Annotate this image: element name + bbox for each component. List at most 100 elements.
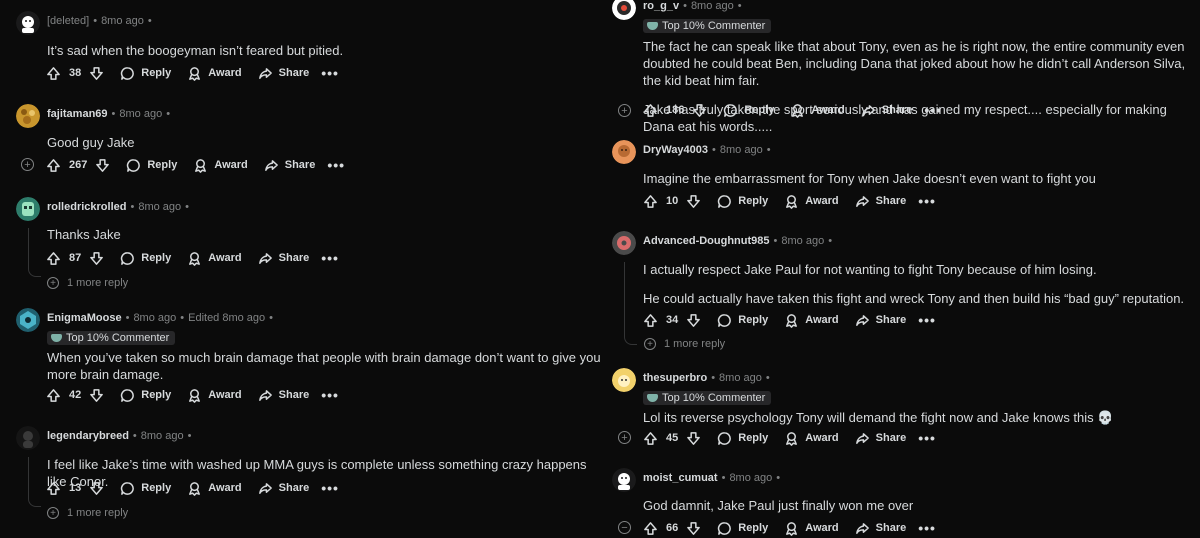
award-button[interactable]: Award (187, 251, 242, 266)
share-button[interactable]: Share (855, 194, 906, 209)
share-button[interactable]: Share (258, 388, 309, 403)
downvote-icon[interactable] (89, 481, 104, 496)
thread-curve (624, 334, 637, 345)
reply-button[interactable]: Reply (120, 481, 171, 496)
award-icon (784, 431, 799, 446)
share-button[interactable]: Share (258, 251, 309, 266)
downvote-icon[interactable] (89, 66, 104, 81)
upvote-icon[interactable] (46, 66, 61, 81)
share-button[interactable]: Share (855, 313, 906, 328)
doughnut-avatar[interactable] (612, 231, 636, 255)
more-options-button[interactable]: ••• (321, 250, 339, 266)
reply-button[interactable]: Reply (717, 521, 768, 536)
share-icon (861, 103, 876, 118)
downvote-icon[interactable] (95, 158, 110, 173)
award-button[interactable]: Award (790, 103, 845, 118)
more-options-button[interactable]: ••• (327, 157, 345, 173)
upvote-icon[interactable] (643, 313, 658, 328)
username: legendarybreed (47, 430, 129, 442)
comment: thesuperbro • 8mo ago • Top 10% Commenter L… (612, 368, 1200, 426)
teal-avatar[interactable] (16, 308, 40, 332)
more-options-button[interactable]: ••• (918, 520, 936, 536)
reply-button[interactable]: Reply (120, 251, 171, 266)
timestamp: 8mo ago (729, 472, 773, 484)
reply-button[interactable]: Reply (717, 194, 768, 209)
share-button[interactable]: Share (258, 66, 309, 81)
comment: fajitaman69 • 8mo ago • Good guy Jake (16, 104, 596, 151)
reply-button[interactable]: Reply (723, 103, 774, 118)
comment: [deleted] • 8mo ago • It’s sad when the boo… (16, 11, 596, 59)
upvote-icon[interactable] (643, 103, 658, 118)
collapse-thread-icon[interactable]: − (618, 521, 631, 534)
timestamp: 8mo ago (690, 0, 734, 12)
award-button[interactable]: Award (187, 66, 242, 81)
downvote-icon[interactable] (686, 194, 701, 209)
downvote-icon[interactable] (89, 251, 104, 266)
comment-body-paragraph-2: He could actually have taken this fight … (643, 291, 1185, 306)
ro-avatar[interactable] (612, 0, 636, 20)
orange-avatar[interactable] (612, 140, 636, 164)
award-button[interactable]: Award (187, 388, 242, 403)
more-options-button[interactable]: ••• (918, 312, 936, 328)
share-icon (264, 158, 279, 173)
dark-avatar[interactable] (16, 426, 40, 450)
expand-thread-icon[interactable]: + (21, 158, 34, 171)
timestamp: 8mo ago (719, 372, 762, 384)
right-comment-column: ro_g_v • 8mo ago • Top 10% Commenter The fa… (600, 0, 1200, 536)
award-button[interactable]: Award (784, 194, 839, 209)
downvote-icon[interactable] (686, 521, 701, 536)
upvote-icon[interactable] (46, 388, 61, 403)
award-button[interactable]: Award (187, 481, 242, 496)
reply-button[interactable]: Reply (717, 431, 768, 446)
expand-thread-icon[interactable]: + (618, 104, 631, 117)
share-button[interactable]: Share (855, 431, 906, 446)
more-options-button[interactable]: ••• (321, 387, 339, 403)
green-avatar[interactable] (16, 197, 40, 221)
more-options-button[interactable]: ••• (918, 430, 936, 446)
award-icon (187, 388, 202, 403)
upvote-icon[interactable] (643, 521, 658, 536)
reply-button[interactable]: Reply (120, 388, 171, 403)
share-button[interactable]: Share (258, 481, 309, 496)
upvote-icon[interactable] (46, 481, 61, 496)
more-options-button[interactable]: ••• (918, 193, 936, 209)
share-button[interactable]: Share (855, 521, 906, 536)
upvote-icon[interactable] (643, 431, 658, 446)
score: 42 (69, 389, 82, 401)
more-options-button[interactable]: ••• (321, 480, 339, 496)
timestamp: 8mo ago (133, 312, 177, 324)
share-button[interactable]: Share (861, 103, 912, 118)
award-button[interactable]: Award (193, 158, 248, 173)
flair-icon (51, 334, 62, 343)
upvote-icon[interactable] (46, 158, 61, 173)
more-replies-link[interactable]: +1 more reply (644, 338, 725, 350)
upvote-icon[interactable] (643, 194, 658, 209)
share-button[interactable]: Share (264, 158, 315, 173)
deleted-avatar[interactable] (16, 11, 40, 35)
downvote-icon[interactable] (686, 431, 701, 446)
comment-actions: 186 Reply Award Share ••• (643, 100, 942, 120)
timestamp: 8mo ago (140, 430, 184, 442)
reply-button[interactable]: Reply (120, 66, 171, 81)
award-button[interactable]: Award (784, 313, 839, 328)
reply-button[interactable]: Reply (717, 313, 768, 328)
yellow-avatar[interactable] (612, 368, 636, 392)
vote-controls: 45 (643, 431, 701, 446)
award-button[interactable]: Award (784, 431, 839, 446)
more-options-button[interactable]: ••• (321, 65, 339, 81)
more-options-button[interactable]: ••• (924, 102, 942, 118)
gold-avatar[interactable] (16, 104, 40, 128)
downvote-icon[interactable] (89, 388, 104, 403)
downvote-icon[interactable] (686, 313, 701, 328)
username: [deleted] (47, 15, 90, 27)
white-avatar[interactable] (612, 468, 636, 492)
reply-button[interactable]: Reply (126, 158, 177, 173)
expand-thread-icon[interactable]: + (618, 431, 631, 444)
award-button[interactable]: Award (784, 521, 839, 536)
upvote-icon[interactable] (46, 251, 61, 266)
thread-curve (28, 496, 41, 507)
downvote-icon[interactable] (692, 103, 707, 118)
more-replies-link[interactable]: +1 more reply (47, 507, 128, 519)
comment: DryWay4003 • 8mo ago • Imagine the embarras… (612, 140, 1200, 187)
more-replies-link[interactable]: +1 more reply (47, 277, 128, 289)
